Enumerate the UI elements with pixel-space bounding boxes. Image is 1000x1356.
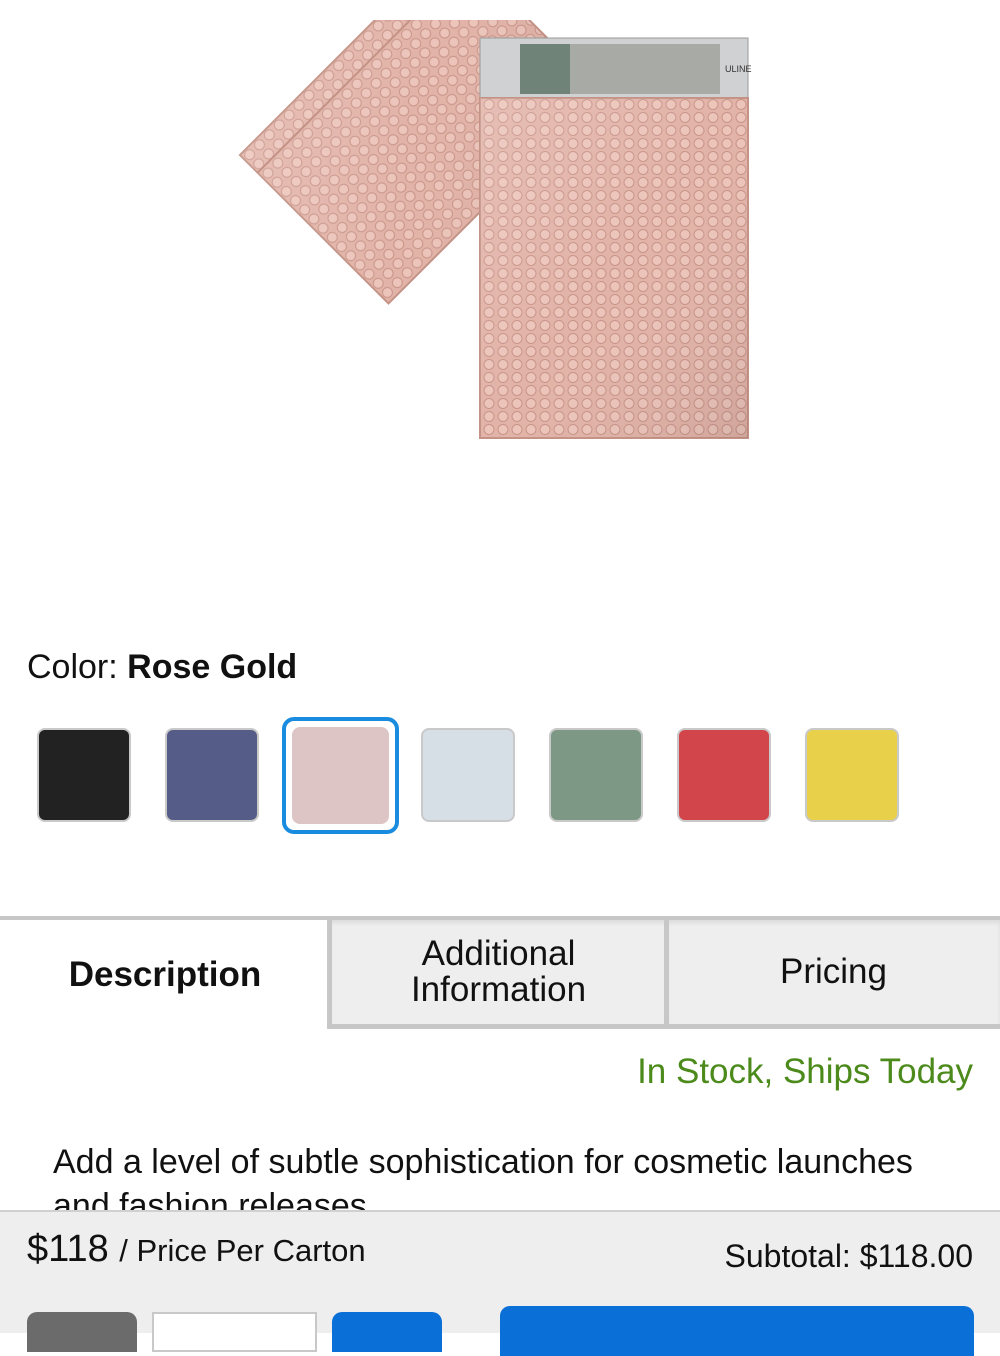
product-tabs: Description Additional Information Prici…: [0, 916, 1000, 1029]
tab-description[interactable]: Description: [0, 916, 330, 1029]
swatch-silver[interactable]: [421, 728, 515, 822]
product-image: ULINE: [230, 0, 770, 460]
tab-divider: [327, 916, 332, 1029]
selected-color-name: Rose Gold: [127, 648, 298, 686]
price-value: $118: [27, 1228, 109, 1270]
tab-pricing[interactable]: Pricing: [667, 916, 1000, 1029]
add-to-cart-button[interactable]: [500, 1306, 974, 1356]
tab-pricing-label: Pricing: [780, 952, 887, 991]
color-label: Color:: [27, 648, 118, 686]
swatch-rose-gold[interactable]: [292, 727, 389, 824]
swatch-red[interactable]: [677, 728, 771, 822]
price: $118 / Price Per Carton: [27, 1228, 366, 1271]
swatch-navy[interactable]: [165, 728, 259, 822]
color-label-row: Color: Rose Gold: [27, 648, 297, 687]
swatch-yellow[interactable]: [805, 728, 899, 822]
uline-label: ULINE: [725, 64, 752, 74]
tab-additional-information-label: Additional Information: [410, 934, 587, 1009]
swatch-sage-green[interactable]: [549, 728, 643, 822]
quantity-input[interactable]: [152, 1312, 317, 1352]
tab-description-label: Description: [68, 954, 262, 994]
stock-status: In Stock, Ships Today: [637, 1052, 973, 1091]
swatch-black[interactable]: [37, 728, 131, 822]
price-unit: / Price Per Carton: [119, 1233, 366, 1268]
quantity-increase-button[interactable]: [332, 1312, 442, 1352]
tab-additional-information[interactable]: Additional Information: [330, 916, 667, 1029]
quantity-decrease-button[interactable]: [27, 1312, 137, 1352]
subtotal: Subtotal: $118.00: [724, 1238, 974, 1274]
tab-divider: [664, 916, 669, 1029]
